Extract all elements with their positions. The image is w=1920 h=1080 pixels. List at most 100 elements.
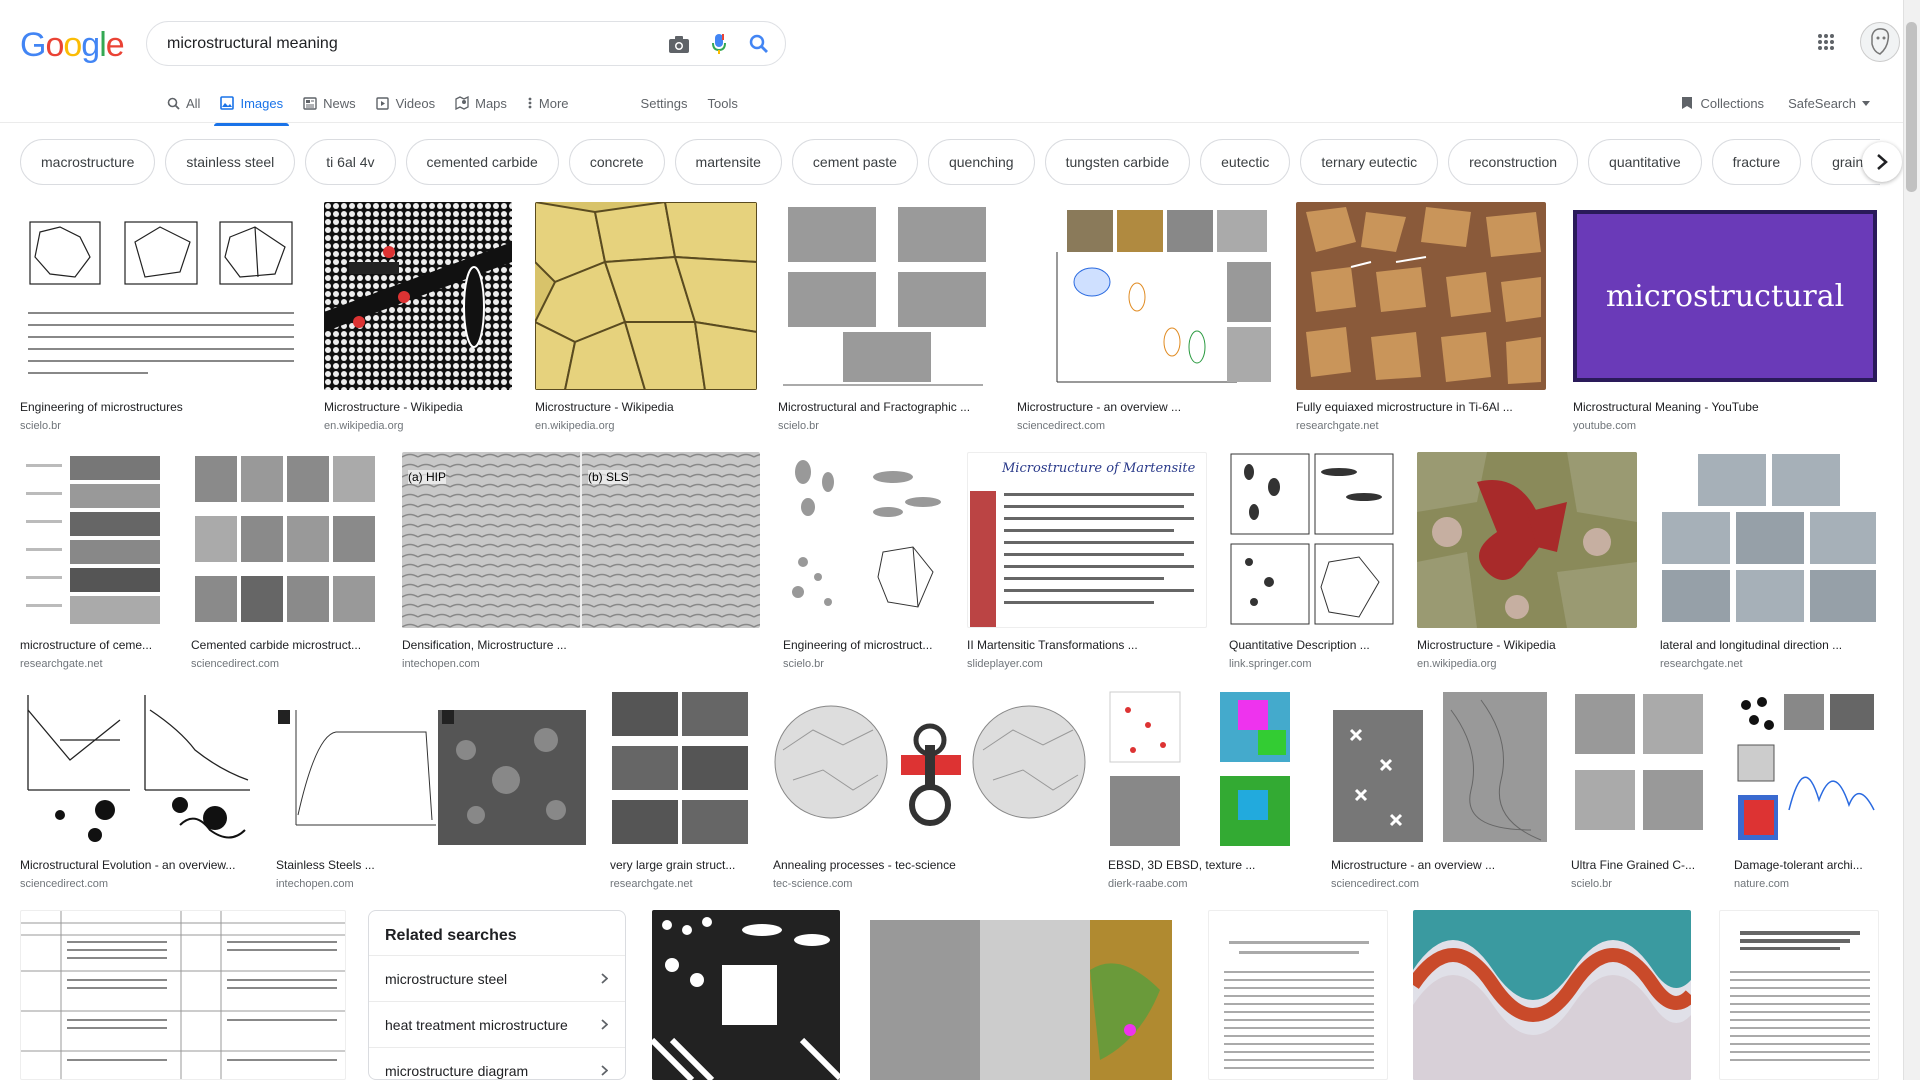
result-caption[interactable]: Annealing processes - tec-science (773, 858, 1087, 872)
chip[interactable]: reconstruction (1448, 139, 1579, 185)
result-caption[interactable]: Microstructure - an overview ... (1331, 858, 1549, 872)
search-input[interactable]: microstructural meaning (167, 35, 338, 53)
result-thumbnail[interactable] (1417, 452, 1637, 628)
image-result[interactable] (1413, 910, 1691, 1080)
image-result[interactable]: Microstructure of Martensite II Martensi… (967, 452, 1207, 670)
image-result[interactable]: Annealing processes - tec-science tec-sc… (773, 690, 1087, 890)
chip[interactable]: cement paste (791, 139, 918, 185)
result-thumbnail[interactable] (20, 690, 254, 848)
result-thumbnail[interactable] (1296, 202, 1546, 390)
related-search-item[interactable]: microstructure diagram (369, 1047, 625, 1079)
search-icon[interactable] (747, 32, 771, 56)
result-thumbnail[interactable] (610, 690, 750, 848)
result-thumbnail[interactable] (20, 910, 346, 1080)
result-caption[interactable]: Densification, Microstructure ... (402, 638, 760, 652)
result-caption[interactable]: Stainless Steels ... (276, 858, 588, 872)
chip[interactable]: stainless steel (165, 139, 296, 185)
result-thumbnail[interactable] (860, 910, 1182, 1080)
result-thumbnail[interactable] (773, 690, 1087, 848)
image-result[interactable]: Engineering of microstructures scielo.br (20, 202, 302, 432)
result-caption[interactable]: microstructure of ceme... (20, 638, 170, 652)
result-thumbnail[interactable] (1208, 910, 1388, 1080)
image-result[interactable]: microstructural Microstructural Meaning … (1573, 202, 1877, 432)
result-caption[interactable]: very large grain struct... (610, 858, 750, 872)
image-result[interactable]: Cemented carbide microstruct... scienced… (191, 452, 379, 670)
result-thumbnail[interactable] (20, 202, 302, 390)
result-thumbnail[interactable] (1017, 202, 1273, 390)
microphone-icon[interactable] (707, 32, 731, 56)
tab-videos[interactable]: Videos (376, 86, 435, 120)
google-logo[interactable]: Google (20, 26, 125, 65)
scrollbar-thumb[interactable] (1906, 22, 1917, 192)
image-result[interactable] (1719, 910, 1879, 1080)
result-thumbnail[interactable] (1229, 452, 1395, 628)
tab-news[interactable]: News (303, 86, 356, 120)
result-caption[interactable]: Quantitative Description ... (1229, 638, 1395, 652)
image-result[interactable]: Microstructural Evolution - an overview.… (20, 690, 254, 890)
result-caption[interactable]: Microstructure - Wikipedia (324, 400, 512, 414)
result-caption[interactable]: Microstructural and Fractographic ... (778, 400, 996, 414)
avatar[interactable] (1860, 22, 1900, 62)
image-result[interactable]: Microstructure - Wikipedia en.wikipedia.… (535, 202, 757, 432)
image-result[interactable]: Microstructural and Fractographic ... sc… (778, 202, 996, 432)
result-thumbnail[interactable]: (a) HIP (b) SLS (402, 452, 760, 628)
result-thumbnail[interactable] (1108, 690, 1310, 848)
search-box[interactable]: microstructural meaning (146, 21, 786, 66)
image-result[interactable] (652, 910, 840, 1080)
settings-link[interactable]: Settings (641, 86, 688, 120)
chip[interactable]: martensite (674, 139, 782, 185)
result-thumbnail[interactable] (1571, 690, 1709, 848)
apps-grid-icon[interactable] (1814, 30, 1838, 54)
result-caption[interactable]: EBSD, 3D EBSD, texture ... (1108, 858, 1310, 872)
image-result[interactable]: Quantitative Description ... link.spring… (1229, 452, 1395, 670)
tools-link[interactable]: Tools (708, 86, 738, 120)
tab-maps[interactable]: Maps (455, 86, 507, 120)
image-result[interactable]: EBSD, 3D EBSD, texture ... dierk-raabe.c… (1108, 690, 1310, 890)
result-caption[interactable]: Microstructure - Wikipedia (1417, 638, 1637, 652)
result-caption[interactable]: Microstructure - an overview ... (1017, 400, 1273, 414)
chip[interactable]: tungsten carbide (1044, 139, 1191, 185)
result-thumbnail[interactable] (276, 690, 588, 848)
result-caption[interactable]: Microstructure - Wikipedia (535, 400, 757, 414)
image-result[interactable]: (a) HIP (b) SLS Densification, Microstru… (402, 452, 760, 670)
image-result[interactable] (20, 910, 346, 1080)
result-thumbnail[interactable] (20, 452, 170, 628)
tab-all[interactable]: All (166, 86, 200, 120)
image-result[interactable]: Engineering of microstruct... scielo.br (783, 452, 955, 670)
result-thumbnail[interactable] (783, 452, 955, 628)
image-result[interactable]: very large grain struct... researchgate.… (610, 690, 750, 890)
image-result[interactable]: Damage-tolerant archi... nature.com (1734, 690, 1878, 890)
result-thumbnail[interactable] (1719, 910, 1879, 1080)
result-thumbnail[interactable] (1331, 690, 1549, 848)
chip[interactable]: quantitative (1588, 139, 1702, 185)
tab-images[interactable]: Images (214, 86, 289, 126)
result-thumbnail[interactable] (535, 202, 757, 390)
result-thumbnail[interactable] (1413, 910, 1691, 1080)
image-result[interactable]: Fully equiaxed microstructure in Ti-6Al … (1296, 202, 1546, 432)
related-search-item[interactable]: heat treatment microstructure (369, 1001, 625, 1047)
image-result[interactable]: Stainless Steels ... intechopen.com (276, 690, 588, 890)
chip[interactable]: fracture (1711, 139, 1802, 185)
result-caption[interactable]: Cemented carbide microstruct... (191, 638, 379, 652)
chip[interactable]: macrostructure (20, 139, 156, 185)
image-result[interactable]: Microstructure - Wikipedia en.wikipedia.… (324, 202, 512, 432)
result-thumbnail[interactable] (652, 910, 840, 1080)
result-caption[interactable]: Microstructural Evolution - an overview.… (20, 858, 254, 872)
chips-next-button[interactable] (1862, 142, 1902, 182)
tab-more[interactable]: More (527, 86, 569, 120)
image-result[interactable] (860, 910, 1182, 1080)
image-result[interactable]: Ultra Fine Grained C-... scielo.br (1571, 690, 1709, 890)
result-thumbnail[interactable]: Microstructure of Martensite (967, 452, 1207, 628)
result-caption[interactable]: Damage-tolerant archi... (1734, 858, 1878, 872)
image-result[interactable]: Microstructure - an overview ... science… (1331, 690, 1549, 890)
chip[interactable]: ti 6al 4v (305, 139, 396, 185)
result-thumbnail[interactable] (191, 452, 379, 628)
chip[interactable]: eutectic (1200, 139, 1291, 185)
safesearch-menu[interactable]: SafeSearch (1788, 86, 1870, 120)
collections-link[interactable]: Collections (1680, 86, 1764, 120)
result-caption[interactable]: Engineering of microstruct... (783, 638, 955, 652)
result-thumbnail[interactable] (778, 202, 996, 390)
image-result[interactable]: microstructure of ceme... researchgate.n… (20, 452, 170, 670)
chip[interactable]: cemented carbide (405, 139, 559, 185)
result-caption[interactable]: Fully equiaxed microstructure in Ti-6Al … (1296, 400, 1546, 414)
